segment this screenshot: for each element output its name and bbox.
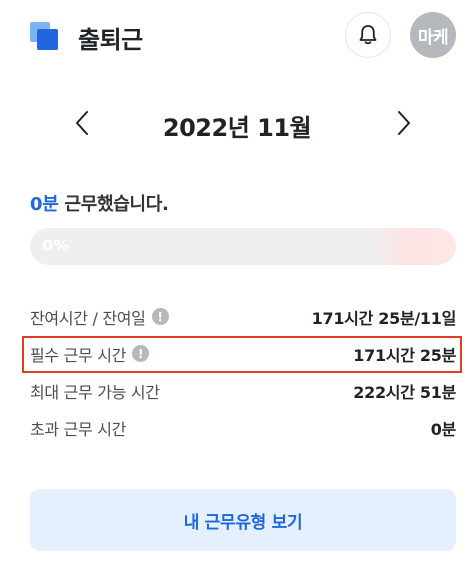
app-title: 출퇴근 xyxy=(78,26,143,54)
worked-value: 0분 xyxy=(30,194,59,215)
progress-label: 0% xyxy=(42,236,70,255)
stat-row-max: 최대 근무 가능 시간 222시간 51분 xyxy=(30,372,456,409)
info-icon[interactable]: ! xyxy=(151,308,169,325)
stat-value: 0분 xyxy=(430,419,457,439)
stat-row-overtime: 초과 근무 시간 0분 xyxy=(30,409,456,446)
app-logo-icon xyxy=(30,22,58,50)
stat-value: 171시간 25분/11일 xyxy=(311,308,457,328)
required-hours-highlight xyxy=(22,336,462,373)
app-header: 출퇴근 마케 xyxy=(0,0,474,72)
stat-label: 잔여시간 / 잔여일 xyxy=(30,308,146,328)
stat-label: 최대 근무 가능 시간 xyxy=(30,382,160,402)
stat-row-remaining: 잔여시간 / 잔여일! 171시간 25분/11일 xyxy=(30,298,456,335)
bell-icon xyxy=(359,25,377,45)
chevron-right-icon xyxy=(398,111,410,135)
worked-summary: 0분 근무했습니다. xyxy=(30,190,169,216)
work-progress-bar: 0% xyxy=(30,228,456,265)
view-work-type-button[interactable]: 내 근무유형 보기 xyxy=(30,489,456,551)
next-month-button[interactable] xyxy=(390,108,418,138)
month-navigation: 2022년 11월 xyxy=(0,100,474,146)
user-avatar[interactable]: 마케 xyxy=(410,12,456,58)
worked-suffix: 근무했습니다. xyxy=(58,194,169,215)
stat-value: 222시간 51분 xyxy=(353,382,456,402)
notification-button[interactable] xyxy=(345,12,391,58)
stat-label: 초과 근무 시간 xyxy=(30,419,127,439)
